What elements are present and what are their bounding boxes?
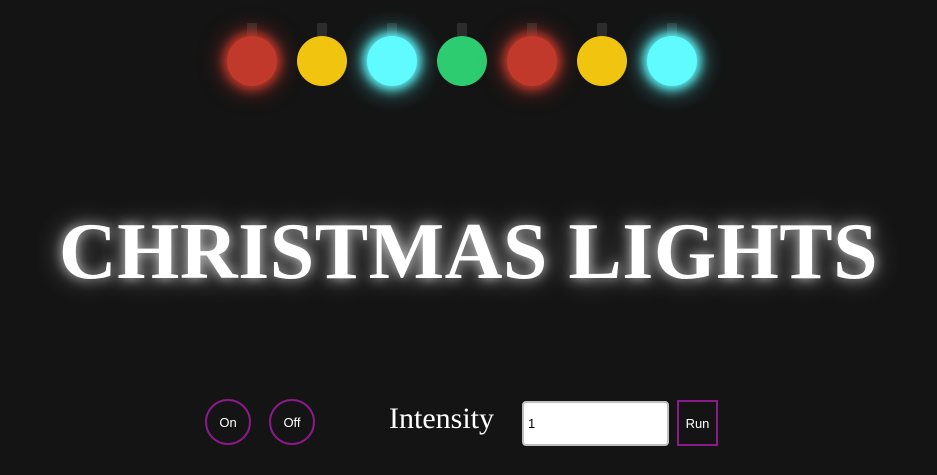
page-title: CHRISTMAS LIGHTS: [58, 208, 879, 296]
light-socket: [527, 23, 537, 36]
light-2: [297, 23, 347, 89]
light-socket: [247, 23, 257, 36]
light-socket: [597, 23, 607, 36]
lights-strand: [0, 0, 937, 100]
light-5: [507, 23, 557, 89]
light-7: [647, 23, 697, 89]
light-socket: [387, 23, 397, 36]
light-bulb: [647, 36, 697, 86]
light-socket: [457, 23, 467, 36]
light-bulb: [437, 36, 487, 86]
light-socket: [667, 23, 677, 36]
light-1: [227, 23, 277, 89]
light-bulb: [227, 36, 277, 86]
light-4: [437, 23, 487, 89]
light-socket: [317, 23, 327, 36]
light-bulb: [577, 36, 627, 86]
intensity-label: Intensity: [389, 402, 494, 435]
intensity-input[interactable]: [522, 401, 669, 446]
run-button[interactable]: Run: [677, 400, 718, 446]
light-bulb: [367, 36, 417, 86]
off-button[interactable]: Off: [269, 399, 315, 445]
light-3: [367, 23, 417, 89]
light-bulb: [507, 36, 557, 86]
light-6: [577, 23, 627, 89]
light-bulb: [297, 36, 347, 86]
on-button[interactable]: On: [205, 399, 251, 445]
